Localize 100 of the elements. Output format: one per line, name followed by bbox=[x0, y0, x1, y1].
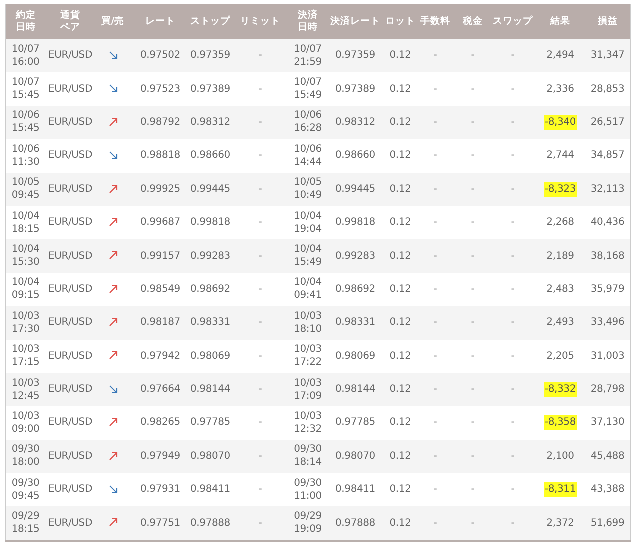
result-value: 2,493 bbox=[546, 316, 576, 330]
result-value: 2,100 bbox=[546, 450, 576, 464]
table-cell: - bbox=[416, 340, 456, 373]
result-value: -8,311 bbox=[544, 482, 578, 498]
table-cell: EUR/USD bbox=[46, 440, 96, 474]
table-cell: 0.99445 bbox=[190, 172, 230, 206]
table-cell: 0.98692 bbox=[326, 272, 386, 306]
table-cell: 10/04 19:04 bbox=[290, 206, 326, 240]
table-cell: 34,857 bbox=[586, 139, 630, 173]
table-cell: - bbox=[416, 506, 456, 542]
table-cell: EUR/USD bbox=[46, 106, 96, 140]
table-cell: 0.98411 bbox=[326, 473, 386, 506]
table-cell: - bbox=[230, 306, 290, 340]
table-cell: 0.12 bbox=[386, 306, 416, 340]
column-header: リミット bbox=[240, 16, 280, 28]
table-cell: 0.98692 bbox=[190, 272, 230, 306]
table-cell: 0.98144 bbox=[190, 372, 230, 406]
table-cell: 0.99283 bbox=[326, 239, 386, 273]
table-cell: 33,496 bbox=[586, 306, 630, 340]
table-cell: EUR/USD bbox=[46, 239, 96, 273]
table-cell: 28,853 bbox=[586, 72, 630, 106]
table-cell: 31,003 bbox=[586, 340, 630, 373]
table-cell: - bbox=[456, 272, 490, 306]
table-cell: 0.97931 bbox=[130, 473, 190, 506]
column-header: 買/売 bbox=[101, 16, 125, 28]
table-cell: 26,517 bbox=[586, 106, 630, 140]
table-cell: 0.98549 bbox=[130, 272, 190, 306]
table-cell: 0.98070 bbox=[326, 440, 386, 474]
table-cell: 10/06 11:30 bbox=[6, 139, 46, 173]
table-cell: 0.98312 bbox=[326, 106, 386, 140]
table-cell: 10/05 09:45 bbox=[6, 172, 46, 206]
table-cell: 0.97751 bbox=[130, 506, 190, 542]
table-cell: - bbox=[416, 239, 456, 273]
table-cell: - bbox=[230, 239, 290, 273]
column-header: 通貨ペア bbox=[60, 10, 80, 34]
table-cell: 38,168 bbox=[586, 239, 630, 273]
table-cell: 10/03 17:15 bbox=[6, 340, 46, 373]
table-cell: 09/30 18:14 bbox=[290, 440, 326, 474]
table-cell: - bbox=[416, 306, 456, 340]
result-value: 2,494 bbox=[546, 49, 576, 64]
table-cell: 09/29 18:15 bbox=[6, 506, 46, 542]
table-cell: 45,488 bbox=[586, 440, 630, 474]
table-cell: 0.97942 bbox=[130, 340, 190, 373]
column-header: レート bbox=[146, 16, 176, 28]
table-cell: 0.98312 bbox=[190, 106, 230, 140]
result-value: 2,189 bbox=[546, 250, 576, 264]
table-cell: 0.98070 bbox=[190, 440, 230, 474]
table-cell: - bbox=[416, 473, 456, 506]
column-header: スワップ bbox=[493, 16, 533, 28]
table-cell: - bbox=[490, 340, 536, 373]
table-cell: - bbox=[416, 172, 456, 206]
table-cell: 10/06 16:28 bbox=[290, 106, 326, 140]
table-cell: 10/06 15:45 bbox=[6, 106, 46, 140]
table-cell: - bbox=[230, 473, 290, 506]
result-value: 2,205 bbox=[546, 350, 576, 364]
table-cell: 28,798 bbox=[586, 372, 630, 406]
table-cell: - bbox=[230, 206, 290, 240]
table-cell: 0.12 bbox=[386, 272, 416, 306]
table-cell: 35,979 bbox=[586, 272, 630, 306]
result-value: 2,336 bbox=[546, 82, 576, 97]
column-header: ストップ bbox=[190, 16, 230, 28]
table-cell: 0.99818 bbox=[190, 206, 230, 240]
table-cell: EUR/USD bbox=[46, 206, 96, 240]
table-cell: EUR/USD bbox=[46, 506, 96, 542]
table-cell: 10/03 17:30 bbox=[6, 306, 46, 340]
table-cell: - bbox=[416, 39, 456, 72]
table-cell: - bbox=[456, 372, 490, 406]
table-cell: EUR/USD bbox=[46, 272, 96, 306]
table-cell: EUR/USD bbox=[46, 340, 96, 373]
table-cell: 0.12 bbox=[386, 206, 416, 240]
table-cell: - bbox=[230, 106, 290, 140]
table-cell: - bbox=[456, 473, 490, 506]
result-value: 2,372 bbox=[546, 516, 576, 531]
table-cell: 0.99445 bbox=[326, 172, 386, 206]
column-header: 手数料 bbox=[420, 16, 450, 28]
table-cell: 10/04 09:15 bbox=[6, 272, 46, 306]
column-header: 決済レート bbox=[330, 16, 380, 28]
table-cell: 0.98792 bbox=[130, 106, 190, 140]
result-value: -8,340 bbox=[544, 114, 578, 130]
result-value: -8,332 bbox=[544, 382, 578, 398]
table-cell: - bbox=[456, 39, 490, 72]
table-cell: 0.97949 bbox=[130, 440, 190, 474]
table-cell: - bbox=[490, 473, 536, 506]
table-cell: - bbox=[416, 272, 456, 306]
table-cell: 10/03 18:10 bbox=[290, 306, 326, 340]
table-cell: 10/03 17:09 bbox=[290, 372, 326, 406]
result-value: 2,483 bbox=[546, 282, 576, 297]
column-header: 決済日時 bbox=[298, 10, 318, 34]
table-cell: - bbox=[230, 172, 290, 206]
table-cell: 0.98069 bbox=[190, 340, 230, 373]
table-cell: 0.97888 bbox=[190, 506, 230, 542]
table-cell: - bbox=[456, 340, 490, 373]
table-cell: 0.98069 bbox=[326, 340, 386, 373]
table-cell: 10/07 16:00 bbox=[6, 39, 46, 72]
column-header: 約定日時 bbox=[16, 10, 36, 34]
table-cell: EUR/USD bbox=[46, 172, 96, 206]
table-cell: EUR/USD bbox=[46, 39, 96, 72]
table-cell: 0.99818 bbox=[326, 206, 386, 240]
table-cell: - bbox=[416, 372, 456, 406]
table-cell: - bbox=[456, 440, 490, 474]
